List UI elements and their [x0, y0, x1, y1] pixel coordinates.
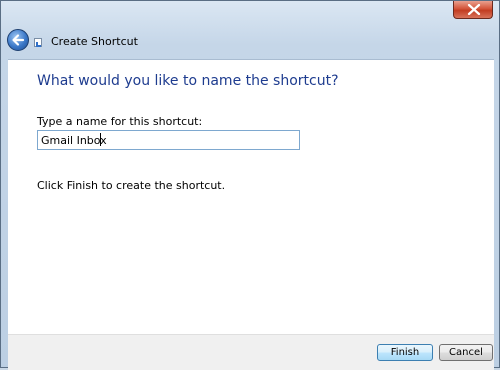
- button-footer: Finish Cancel: [8, 334, 494, 370]
- content-area: What would you like to name the shortcut…: [8, 59, 494, 335]
- main-instruction: What would you like to name the shortcut…: [37, 73, 339, 89]
- back-arrow-icon: [12, 34, 25, 46]
- wizard-header: Create Shortcut: [1, 23, 499, 59]
- back-button[interactable]: [7, 29, 29, 51]
- dialog-title: Create Shortcut: [51, 35, 138, 48]
- shortcut-wizard-icon: [34, 38, 42, 47]
- close-button[interactable]: [453, 1, 493, 19]
- create-shortcut-dialog: Create Shortcut What would you like to n…: [0, 0, 500, 370]
- title-bar[interactable]: [1, 1, 499, 23]
- cancel-button[interactable]: Cancel: [439, 344, 493, 361]
- text-caret: [100, 133, 101, 146]
- shortcut-name-label: Type a name for this shortcut:: [37, 115, 203, 128]
- finish-hint-text: Click Finish to create the shortcut.: [37, 179, 226, 192]
- shortcut-name-input[interactable]: [37, 130, 300, 150]
- close-icon: [467, 4, 481, 15]
- finish-button[interactable]: Finish: [377, 344, 433, 361]
